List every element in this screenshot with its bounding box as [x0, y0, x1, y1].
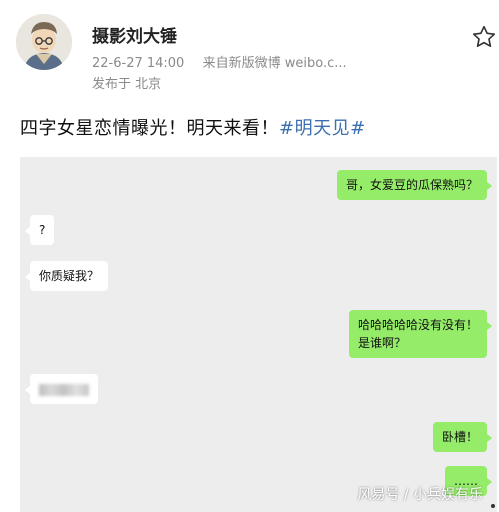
avatar-illustration: [16, 14, 72, 70]
chat-message-text: 你质疑我？: [39, 269, 100, 283]
chat-message: 卧槽！: [432, 422, 493, 452]
watermark: 风易号 / 小兵娱有乐: [357, 487, 483, 503]
avatar[interactable]: [16, 14, 72, 70]
chat-message-blurred: [25, 374, 98, 404]
chat-message-text: 哈哈哈哈哈没有没有！: [357, 318, 478, 332]
post-meta: 22-6-27 14:00 来自新版微博 weibo.c...: [92, 52, 347, 71]
post-source: 来自新版微博 weibo.c...: [202, 56, 347, 71]
blurred-name: [39, 383, 89, 396]
author-name[interactable]: 摄影刘大锤: [92, 22, 177, 47]
decor-dot: [491, 504, 495, 508]
post-body: 四字女星恋情曝光！明天来看！: [20, 118, 279, 139]
chat-message-text: ?: [39, 223, 46, 237]
chat-message-text: 哥，女爱豆的瓜保熟吗？: [345, 178, 478, 192]
chat-message-text: 是谁啊？: [357, 336, 406, 350]
star-outline-icon[interactable]: [471, 24, 497, 50]
post-location: 发布于 北京: [92, 77, 162, 92]
chat-message: 哈哈哈哈哈没有没有！ 是谁啊？: [348, 310, 493, 358]
chat-message: 哥，女爱豆的瓜保熟吗？: [336, 170, 493, 200]
chat-screenshot: 哥，女爱豆的瓜保熟吗？ ? 你质疑我？ 哈哈哈哈哈没有没有！ 是谁啊？ 卧槽！ …: [20, 157, 497, 512]
post-date: 22-6-27 14:00: [92, 56, 185, 71]
chat-message-text: 卧槽！: [441, 430, 478, 444]
hashtag-link[interactable]: #明天见#: [279, 118, 366, 139]
chat-message: ?: [24, 215, 55, 245]
chat-message: 你质疑我？: [24, 261, 109, 291]
post-text: 四字女星恋情曝光！明天来看！#明天见#: [20, 114, 366, 140]
